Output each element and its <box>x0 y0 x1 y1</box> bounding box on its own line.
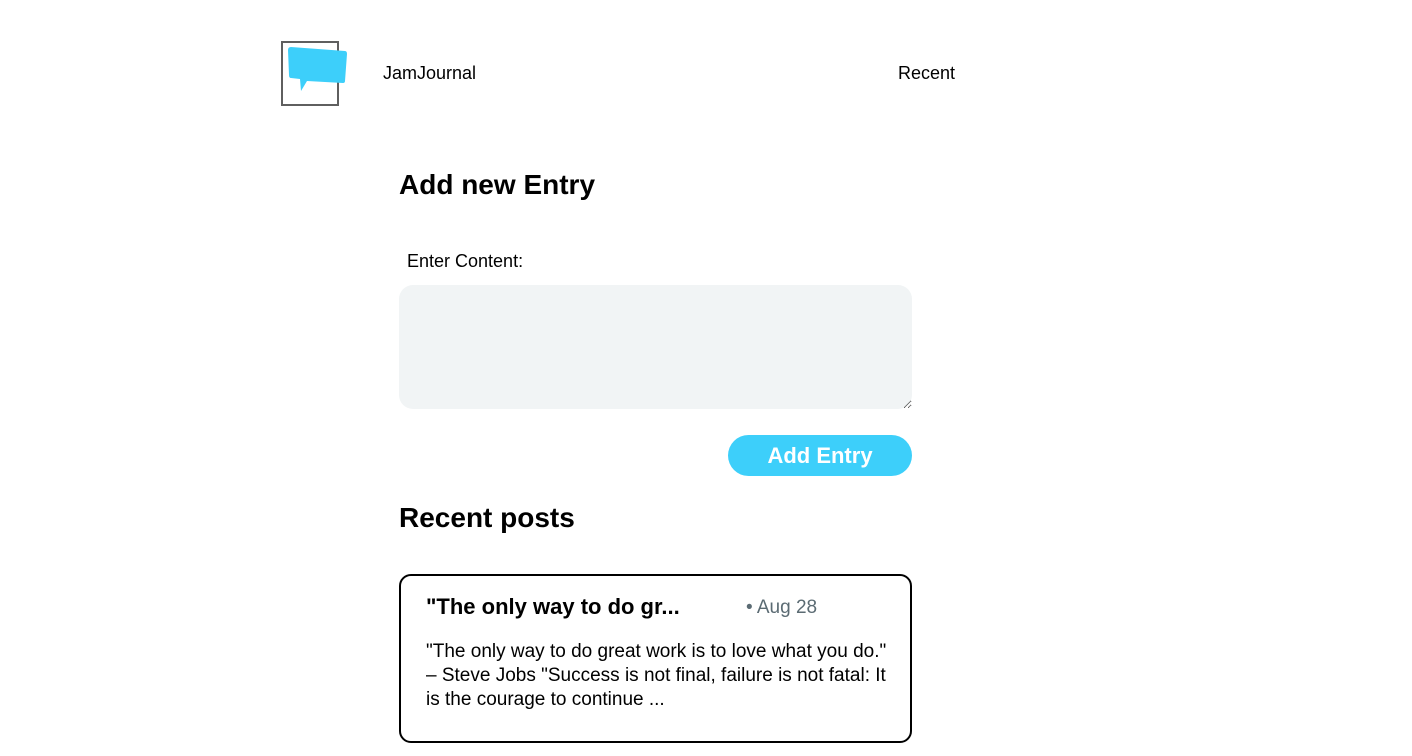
post-card[interactable]: "The only way to do gr... • Aug 28 "The … <box>399 574 912 743</box>
add-entry-heading: Add new Entry <box>399 169 596 200</box>
chat-bubble-icon <box>288 47 347 91</box>
brand-name[interactable]: JamJournal <box>383 62 476 84</box>
content-textarea[interactable] <box>399 285 912 409</box>
post-date: • Aug 28 <box>746 597 818 618</box>
page: JamJournal Recent Add new Entry Enter Co… <box>0 0 1412 756</box>
nav-recent-link[interactable]: Recent <box>898 62 955 84</box>
recent-posts-heading: Recent posts <box>399 502 575 533</box>
add-entry-button[interactable]: Add Entry <box>728 435 912 476</box>
logo[interactable] <box>281 41 347 106</box>
post-excerpt: "The only way to do great work is to lov… <box>426 641 887 710</box>
post-title: "The only way to do gr... <box>426 594 680 619</box>
content-label: Enter Content: <box>407 251 524 271</box>
